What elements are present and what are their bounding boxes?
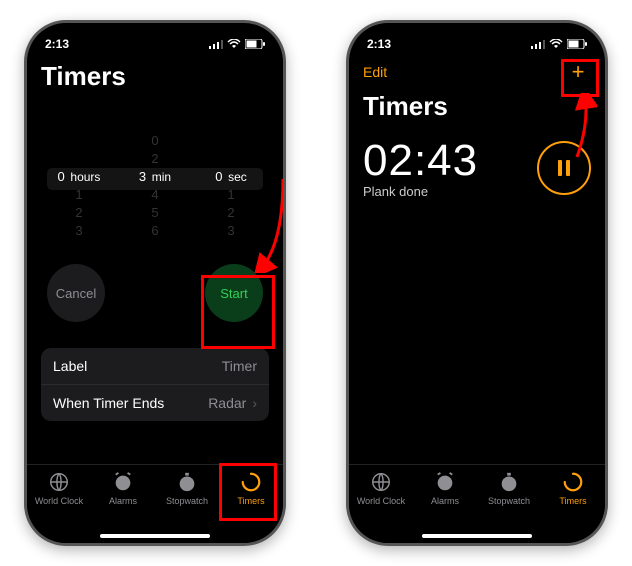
tab-stopwatch-label: Stopwatch bbox=[166, 496, 208, 506]
battery-icon bbox=[567, 39, 587, 49]
picker-seconds-column[interactable]: 0 sec 1 2 3 bbox=[196, 132, 266, 240]
status-indicators bbox=[209, 39, 265, 49]
picker-minutes-value: 3 bbox=[139, 169, 146, 184]
label-row-title: Label bbox=[53, 358, 87, 374]
picker-seconds-unit: sec bbox=[228, 170, 247, 184]
add-button[interactable]: + bbox=[565, 59, 591, 85]
alarm-icon bbox=[112, 471, 134, 493]
tab-timers[interactable]: Timers bbox=[545, 471, 601, 506]
nav-row: Edit + bbox=[363, 59, 591, 85]
tab-bar: World Clock Alarms Stopwatch Timers bbox=[349, 464, 605, 543]
tab-stopwatch[interactable]: Stopwatch bbox=[159, 471, 215, 506]
time-picker[interactable]: 0 hours 1 2 3 0 2 3 min 4 5 6 bbox=[41, 132, 269, 240]
when-ends-row[interactable]: When Timer Ends Radar › bbox=[41, 384, 269, 421]
running-timer-row[interactable]: 02:43 Plank done bbox=[363, 136, 591, 199]
picker-hours-unit: hours bbox=[70, 170, 100, 184]
when-ends-title: When Timer Ends bbox=[53, 395, 164, 411]
wifi-icon bbox=[227, 39, 241, 49]
tab-stopwatch-label: Stopwatch bbox=[488, 496, 530, 506]
running-timer-time: 02:43 bbox=[363, 136, 478, 186]
stopwatch-icon bbox=[498, 471, 520, 493]
stopwatch-icon bbox=[176, 471, 198, 493]
label-row[interactable]: Label Timer bbox=[41, 348, 269, 384]
page-title: Timers bbox=[41, 61, 269, 92]
status-indicators bbox=[531, 39, 587, 49]
label-row-value: Timer bbox=[222, 358, 257, 374]
pause-button[interactable] bbox=[537, 141, 591, 195]
page-title: Timers bbox=[363, 91, 591, 122]
tab-world-clock-label: World Clock bbox=[35, 496, 83, 506]
cancel-button[interactable]: Cancel bbox=[47, 264, 105, 322]
phone-left-create-timer: 2:13 Timers 0 hours 1 2 3 bbox=[24, 20, 286, 546]
tab-alarms[interactable]: Alarms bbox=[95, 471, 151, 506]
tab-alarms-label: Alarms bbox=[109, 496, 137, 506]
tab-world-clock[interactable]: World Clock bbox=[31, 471, 87, 506]
tab-timers[interactable]: Timers bbox=[223, 471, 279, 506]
home-indicator[interactable] bbox=[100, 534, 210, 538]
picker-seconds-value: 0 bbox=[215, 169, 222, 184]
battery-icon bbox=[245, 39, 265, 49]
start-button[interactable]: Start bbox=[205, 264, 263, 322]
tab-timers-label: Timers bbox=[237, 496, 264, 506]
globe-icon bbox=[370, 471, 392, 493]
wifi-icon bbox=[549, 39, 563, 49]
timer-icon bbox=[562, 471, 584, 493]
alarm-icon bbox=[434, 471, 456, 493]
home-indicator[interactable] bbox=[422, 534, 532, 538]
tab-bar: World Clock Alarms Stopwatch Timers bbox=[27, 464, 283, 543]
globe-icon bbox=[48, 471, 70, 493]
picker-hours-column[interactable]: 0 hours 1 2 3 bbox=[44, 132, 114, 240]
phone-right-running-timer: 2:13 Edit + Timers 02:43 Plank done Worl… bbox=[346, 20, 608, 546]
notch bbox=[417, 23, 537, 49]
picker-minutes-unit: min bbox=[152, 170, 171, 184]
status-time: 2:13 bbox=[367, 37, 391, 51]
pause-icon bbox=[558, 160, 570, 176]
tab-world-clock[interactable]: World Clock bbox=[353, 471, 409, 506]
button-row: Cancel Start bbox=[41, 264, 269, 322]
when-ends-value: Radar bbox=[208, 395, 246, 411]
timer-icon bbox=[240, 471, 262, 493]
status-time: 2:13 bbox=[45, 37, 69, 51]
notch bbox=[95, 23, 215, 49]
edit-button[interactable]: Edit bbox=[363, 64, 387, 80]
tab-alarms-label: Alarms bbox=[431, 496, 459, 506]
running-timer-label: Plank done bbox=[363, 184, 478, 199]
timer-settings: Label Timer When Timer Ends Radar › bbox=[41, 348, 269, 421]
tab-alarms[interactable]: Alarms bbox=[417, 471, 473, 506]
tab-stopwatch[interactable]: Stopwatch bbox=[481, 471, 537, 506]
picker-minutes-column[interactable]: 0 2 3 min 4 5 6 bbox=[120, 132, 190, 240]
tab-timers-label: Timers bbox=[559, 496, 586, 506]
chevron-right-icon: › bbox=[252, 395, 257, 411]
tab-world-clock-label: World Clock bbox=[357, 496, 405, 506]
picker-hours-value: 0 bbox=[58, 169, 65, 184]
